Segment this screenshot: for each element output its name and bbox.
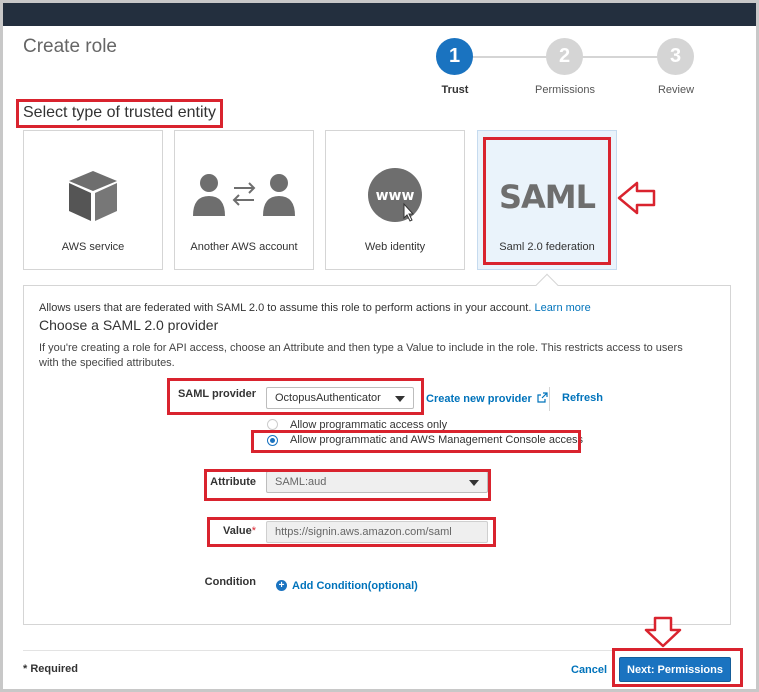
- attribute-select[interactable]: SAML:aud: [266, 471, 488, 493]
- step-1-label: Trust: [441, 84, 469, 96]
- value-label: Value*: [222, 525, 256, 537]
- step-3-label: Review: [657, 84, 695, 96]
- external-link-icon: [537, 392, 548, 403]
- radio-programmatic-and-console[interactable]: [267, 435, 278, 446]
- card-label: Another AWS account: [190, 241, 298, 253]
- cancel-button[interactable]: Cancel: [571, 664, 607, 676]
- www-text: www: [376, 188, 415, 204]
- condition-label: Condition: [204, 576, 256, 588]
- link-separator: [549, 387, 550, 411]
- panel-description: Allows users that are federated with SAM…: [39, 302, 591, 314]
- step-2-circle: 2: [546, 38, 583, 75]
- saml-logo-text: SAML: [498, 178, 596, 216]
- step-2-label: Permissions: [535, 84, 595, 96]
- create-provider-link[interactable]: Create new provider: [426, 392, 548, 405]
- card-label: AWS service: [61, 241, 125, 253]
- required-note: * Required: [23, 663, 79, 675]
- step-connector: [472, 56, 548, 58]
- users-exchange-icon: [175, 165, 313, 225]
- required-mark: *: [251, 525, 256, 537]
- value-input[interactable]: https://signin.aws.amazon.com/saml: [266, 521, 488, 543]
- footer-divider: [23, 650, 739, 651]
- card-label: Web identity: [364, 241, 426, 253]
- entity-card-another-account[interactable]: Another AWS account: [174, 130, 314, 270]
- step-3-circle: 3: [657, 38, 694, 75]
- card-label: Saml 2.0 federation: [499, 241, 595, 253]
- pointer-arrow-icon: [617, 180, 657, 221]
- saml-provider-label: SAML provider: [177, 388, 256, 400]
- chevron-down-icon: [469, 480, 479, 486]
- learn-more-link[interactable]: Learn more: [534, 302, 590, 314]
- attribute-value: SAML:aud: [275, 476, 327, 488]
- saml-logo-icon: SAML: [478, 167, 616, 227]
- page-title: Create role: [23, 36, 117, 57]
- attribute-label: Attribute: [210, 476, 256, 488]
- chevron-down-icon: [395, 396, 405, 402]
- add-condition-link[interactable]: Add Condition(optional): [292, 580, 418, 592]
- radio-programmatic-only[interactable]: [267, 419, 278, 430]
- radio-label: Allow programmatic and AWS Management Co…: [290, 434, 584, 446]
- provider-subtitle: Choose a SAML 2.0 provider: [39, 317, 219, 333]
- attribute-help-text: If you're creating a role for API access…: [39, 342, 683, 369]
- step-connector: [582, 56, 658, 58]
- entity-card-web-identity[interactable]: www Web identity: [325, 130, 465, 270]
- radio-label: Allow programmatic access only: [290, 419, 448, 431]
- pointer-arrow-down-icon: [643, 616, 683, 653]
- saml-settings-panel: [23, 285, 731, 625]
- console-top-bar: [3, 3, 756, 26]
- www-globe-icon: www: [326, 165, 464, 225]
- section-title: Select type of trusted entity: [23, 104, 216, 121]
- step-1-circle: 1: [436, 38, 473, 75]
- entity-card-aws-service[interactable]: AWS service: [23, 130, 163, 270]
- entity-card-saml-federation[interactable]: SAML Saml 2.0 federation: [477, 130, 617, 270]
- refresh-link[interactable]: Refresh: [562, 392, 603, 404]
- plus-circle-icon[interactable]: +: [276, 580, 287, 591]
- saml-provider-select[interactable]: OctopusAuthenticator: [266, 387, 414, 409]
- cube-icon: [24, 165, 162, 225]
- saml-provider-value: OctopusAuthenticator: [275, 392, 381, 404]
- next-permissions-button[interactable]: Next: Permissions: [619, 657, 731, 682]
